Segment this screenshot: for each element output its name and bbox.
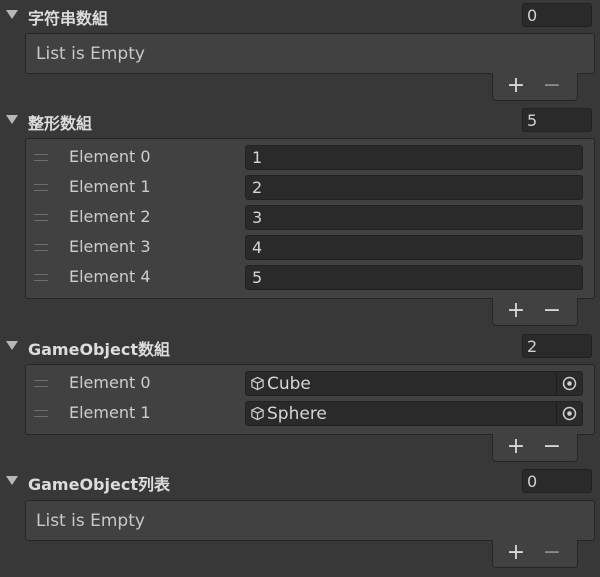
list-item: Element 2 3: [26, 202, 594, 232]
drag-handle-icon[interactable]: [34, 274, 48, 281]
remove-element-button[interactable]: −: [539, 541, 565, 565]
empty-list-text: List is Empty: [36, 44, 145, 64]
section-header: GameObject数組 2: [0, 333, 600, 359]
array-size-field[interactable]: 5: [522, 108, 592, 132]
list-item: Element 1 2: [26, 172, 594, 202]
drag-handle-icon[interactable]: [34, 380, 48, 387]
list-item: Element 1 Sphere: [26, 398, 594, 428]
list-footer: + −: [492, 540, 578, 568]
list-footer: + −: [492, 73, 578, 101]
add-element-button[interactable]: +: [503, 299, 529, 323]
element-value-field[interactable]: 5: [245, 265, 583, 290]
array-size-field[interactable]: 0: [522, 3, 592, 27]
list-footer: + −: [492, 298, 578, 326]
foldout-triangle-down-icon[interactable]: [6, 115, 18, 124]
object-name: Cube: [267, 374, 311, 394]
object-field[interactable]: Cube: [245, 371, 583, 396]
object-picker-icon: [562, 376, 577, 391]
element-label: Element 1: [69, 177, 151, 196]
remove-element-button[interactable]: −: [539, 435, 565, 459]
object-field[interactable]: Sphere: [245, 401, 583, 426]
drag-handle-icon[interactable]: [34, 214, 48, 221]
list-box: List is Empty: [25, 33, 595, 74]
empty-list-text: List is Empty: [36, 511, 145, 531]
section-header: 字符串数組 0: [0, 2, 600, 28]
remove-element-button[interactable]: −: [539, 299, 565, 323]
element-value-field[interactable]: 4: [245, 235, 583, 260]
foldout-triangle-down-icon[interactable]: [6, 10, 18, 19]
element-value-field[interactable]: 1: [245, 145, 583, 170]
object-picker-button[interactable]: [556, 372, 582, 395]
add-element-button[interactable]: +: [503, 435, 529, 459]
array-size-field[interactable]: 0: [522, 469, 592, 493]
list-box: Element 0 1 Element 1 2 Element 2 3 Elem…: [25, 138, 595, 299]
element-label: Element 0: [69, 147, 151, 166]
drag-handle-icon[interactable]: [34, 184, 48, 191]
list-box: Element 0 Cube Element 1 Sphere: [25, 364, 595, 435]
list-item: Element 0 1: [26, 142, 594, 172]
element-label: Element 2: [69, 207, 151, 226]
foldout-triangle-down-icon[interactable]: [6, 476, 18, 485]
object-picker-button[interactable]: [556, 402, 582, 425]
section-title: 字符串数組: [28, 9, 109, 28]
remove-element-button[interactable]: −: [539, 74, 565, 98]
section-title: GameObject列表: [28, 475, 170, 494]
element-value-field[interactable]: 3: [245, 205, 583, 230]
element-label: Element 1: [69, 403, 151, 422]
list-item: Element 4 5: [26, 262, 594, 292]
drag-handle-icon[interactable]: [34, 410, 48, 417]
list-box: List is Empty: [25, 500, 595, 541]
add-element-button[interactable]: +: [503, 74, 529, 98]
list-item: Element 3 4: [26, 232, 594, 262]
foldout-triangle-down-icon[interactable]: [6, 341, 18, 350]
drag-handle-icon[interactable]: [34, 244, 48, 251]
section-title: GameObject数組: [28, 340, 170, 359]
cube-icon: [251, 376, 264, 391]
section-header: GameObject列表 0: [0, 468, 600, 494]
list-footer: + −: [492, 434, 578, 462]
list-item: Element 0 Cube: [26, 368, 594, 398]
section-header: 整形数組 5: [0, 107, 600, 133]
element-label: Element 3: [69, 237, 151, 256]
element-label: Element 0: [69, 373, 151, 392]
add-element-button[interactable]: +: [503, 541, 529, 565]
cube-icon: [251, 406, 264, 421]
element-value-field[interactable]: 2: [245, 175, 583, 200]
object-picker-icon: [562, 406, 577, 421]
drag-handle-icon[interactable]: [34, 154, 48, 161]
element-label: Element 4: [69, 267, 151, 286]
array-size-field[interactable]: 2: [522, 334, 592, 358]
section-title: 整形数組: [28, 114, 93, 133]
object-name: Sphere: [267, 404, 327, 424]
